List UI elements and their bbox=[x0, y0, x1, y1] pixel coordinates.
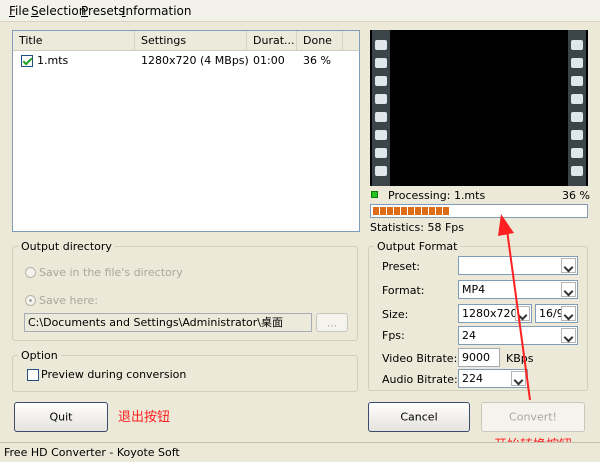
row-done: 36 % bbox=[303, 54, 331, 67]
preset-select[interactable] bbox=[458, 256, 578, 275]
quit-annotation: 退出按钮 bbox=[118, 410, 171, 425]
format-select[interactable]: MP4 bbox=[458, 280, 578, 299]
status-led bbox=[371, 191, 378, 198]
progress-block bbox=[436, 207, 442, 215]
convert-button[interactable]: Convert! bbox=[481, 402, 585, 432]
aspect-value: 16/9 bbox=[539, 307, 564, 320]
film-strip-left bbox=[372, 30, 390, 186]
table-row[interactable]: 1.mts 1280x720 (4 MBps) 01:00 36 % bbox=[13, 52, 359, 70]
size-select[interactable]: 1280x720 bbox=[458, 304, 532, 323]
menu-file[interactable]: File bbox=[9, 4, 29, 18]
convert-button-label: Convert! bbox=[509, 410, 557, 424]
progress-block bbox=[401, 207, 407, 215]
size-value: 1280x720 bbox=[462, 307, 518, 320]
fps-select[interactable]: 24 bbox=[458, 326, 578, 345]
video-bitrate-label: Video Bitrate: bbox=[382, 352, 458, 365]
radio-save-here-label: Save here: bbox=[39, 294, 98, 307]
aspect-select[interactable]: 16/9 bbox=[535, 304, 578, 323]
browse-button[interactable]: ... bbox=[316, 313, 348, 332]
progress-block bbox=[387, 207, 393, 215]
radio-same-directory-label: Save in the file's directory bbox=[39, 266, 183, 279]
film-strip-right bbox=[568, 30, 586, 186]
output-path-field[interactable]: C:\Documents and Settings\Administrator\… bbox=[24, 313, 312, 332]
progress-block bbox=[408, 207, 414, 215]
progress-block bbox=[415, 207, 421, 215]
quit-button[interactable]: Quit bbox=[14, 402, 108, 432]
preview-checkbox-label: Preview during conversion bbox=[41, 368, 187, 381]
menu-information[interactable]: Information bbox=[122, 4, 191, 18]
file-list[interactable]: Title Settings Durat... Done 1.mts 1280x… bbox=[12, 30, 360, 232]
browse-button-label: ... bbox=[326, 316, 338, 329]
video-screen bbox=[392, 36, 566, 180]
progress-block bbox=[422, 207, 428, 215]
status-bar-text: Free HD Converter - Koyote Soft bbox=[4, 446, 180, 459]
cancel-button[interactable]: Cancel bbox=[368, 402, 470, 432]
audio-bitrate-select[interactable]: 224 bbox=[458, 369, 528, 388]
chevron-down-icon bbox=[561, 282, 576, 297]
fps-value: 24 bbox=[462, 329, 476, 342]
radio-same-directory[interactable] bbox=[25, 267, 36, 278]
audio-bitrate-value: 224 bbox=[462, 372, 483, 385]
progress-fill bbox=[373, 207, 450, 215]
row-title: 1.mts bbox=[37, 54, 69, 67]
video-bitrate-field[interactable]: 9000 bbox=[458, 348, 500, 367]
row-duration: 01:00 bbox=[253, 54, 285, 67]
column-duration[interactable]: Durat... bbox=[247, 31, 297, 50]
progress-bar bbox=[370, 204, 588, 218]
progress-block bbox=[429, 207, 435, 215]
status-bar: Free HD Converter - Koyote Soft bbox=[0, 442, 600, 462]
format-value: MP4 bbox=[462, 283, 486, 296]
size-label: Size: bbox=[382, 308, 409, 321]
preview-checkbox[interactable] bbox=[27, 369, 39, 381]
preset-label: Preset: bbox=[382, 260, 421, 273]
column-title[interactable]: Title bbox=[13, 31, 135, 50]
chevron-down-icon bbox=[561, 258, 576, 273]
chevron-down-icon bbox=[515, 306, 530, 321]
row-checkbox[interactable] bbox=[21, 55, 33, 67]
column-settings[interactable]: Settings bbox=[135, 31, 247, 50]
option-title: Option bbox=[18, 349, 61, 362]
processing-percent: 36 % bbox=[562, 189, 590, 202]
progress-block bbox=[373, 207, 379, 215]
chevron-down-icon bbox=[561, 306, 576, 321]
progress-block bbox=[443, 207, 449, 215]
fps-label: Fps: bbox=[382, 329, 405, 342]
menu-bar: File Selection Presets Information bbox=[0, 0, 600, 22]
video-preview bbox=[370, 30, 588, 186]
menu-selection[interactable]: Selection bbox=[31, 4, 86, 18]
output-format-title: Output Format bbox=[374, 240, 461, 253]
cancel-button-label: Cancel bbox=[400, 410, 438, 424]
progress-block bbox=[380, 207, 386, 215]
processing-label: Processing: 1.mts bbox=[388, 189, 486, 202]
output-directory-title: Output directory bbox=[18, 240, 115, 253]
format-label: Format: bbox=[382, 284, 425, 297]
radio-save-here[interactable] bbox=[25, 295, 36, 306]
statistics-label: Statistics: 58 Fps bbox=[370, 221, 465, 234]
audio-bitrate-label: Audio Bitrate: bbox=[382, 373, 458, 386]
column-done[interactable]: Done bbox=[297, 31, 343, 50]
menu-presets[interactable]: Presets bbox=[81, 4, 125, 18]
file-list-header: Title Settings Durat... Done bbox=[13, 31, 359, 51]
video-bitrate-unit: KBps bbox=[506, 352, 534, 365]
quit-button-label: Quit bbox=[49, 410, 73, 424]
progress-block bbox=[394, 207, 400, 215]
row-settings: 1280x720 (4 MBps) bbox=[141, 54, 249, 67]
chevron-down-icon bbox=[511, 371, 526, 386]
chevron-down-icon bbox=[561, 328, 576, 343]
